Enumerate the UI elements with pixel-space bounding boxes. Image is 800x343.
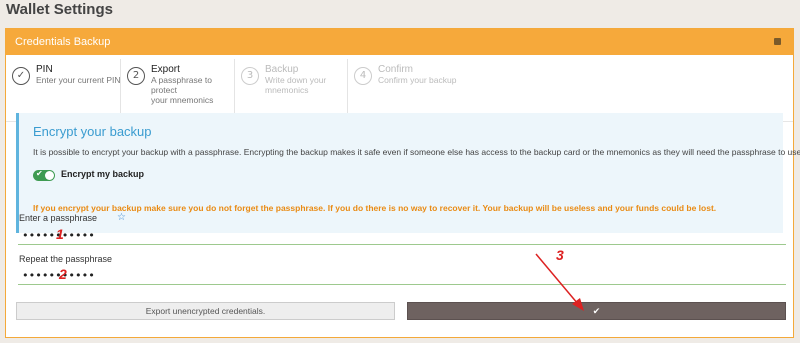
annotation-arrow: 3 [535,247,584,311]
annotation-marker-3: 3 [556,247,564,263]
